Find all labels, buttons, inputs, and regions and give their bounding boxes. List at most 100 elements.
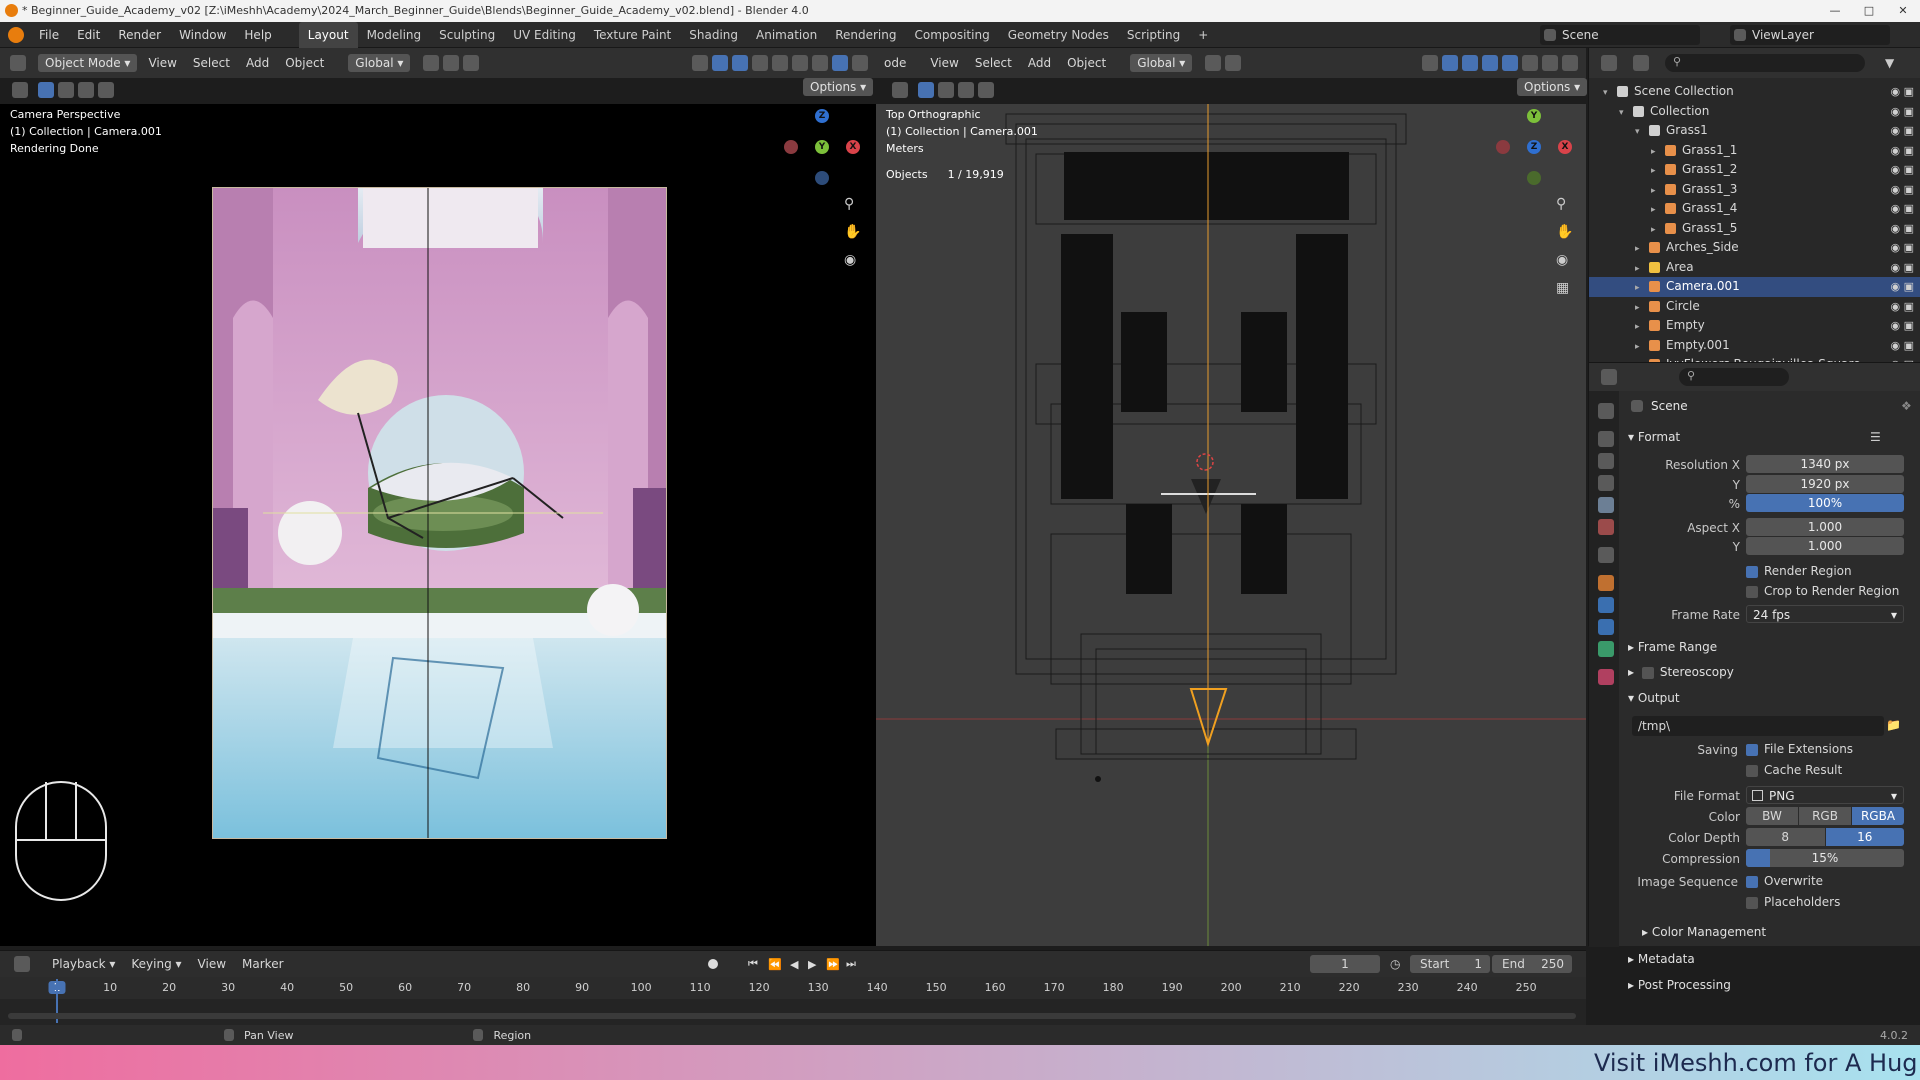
- rv-camera-view-icon[interactable]: ◉: [1556, 252, 1568, 268]
- play-icon[interactable]: ▶: [808, 958, 816, 971]
- stereoscopy-check-icon[interactable]: [1641, 666, 1654, 679]
- menu-window[interactable]: Window: [170, 22, 235, 48]
- select-invert-icon[interactable]: [98, 82, 114, 98]
- rv-select-tool-icon[interactable]: [892, 82, 908, 98]
- shading-wire-icon[interactable]: [772, 55, 788, 71]
- rv-zoom-icon[interactable]: ⚲: [1556, 196, 1566, 212]
- gizmo-toggle-icon[interactable]: [712, 55, 728, 71]
- timeline-ruler[interactable]: 1102030405060708090100110120130140150160…: [0, 977, 1586, 999]
- jump-end-icon[interactable]: ⏭: [846, 957, 856, 971]
- outliner-search-input[interactable]: ⚲: [1665, 54, 1865, 72]
- properties-search-input[interactable]: ⚲: [1679, 368, 1789, 386]
- visibility-eye-icon[interactable]: ◉ ▣: [1891, 199, 1915, 219]
- color-rgba-option[interactable]: RGBA: [1852, 807, 1904, 825]
- rv-menu-select[interactable]: Select: [967, 56, 1020, 70]
- file-format-dropdown[interactable]: PNG ▾: [1746, 786, 1904, 804]
- object-mode-dropdown[interactable]: Object Mode ▾: [38, 54, 138, 72]
- rv-visibility-icon[interactable]: [1422, 55, 1438, 71]
- select-box-icon[interactable]: [38, 82, 54, 98]
- visibility-eye-icon[interactable]: ◉ ▣: [1891, 121, 1915, 141]
- tab-sculpting[interactable]: Sculpting: [430, 22, 504, 48]
- select-extend-icon[interactable]: [58, 82, 74, 98]
- outliner-row[interactable]: ▸ Grass1_3 ◉ ▣: [1589, 180, 1920, 200]
- placeholders-checkbox[interactable]: Placeholders: [1746, 895, 1840, 909]
- outliner-row[interactable]: ▾ Scene Collection ◉ ▣: [1589, 82, 1920, 102]
- pivot-icon[interactable]: [463, 55, 480, 71]
- crop-region-checkbox[interactable]: Crop to Render Region: [1746, 584, 1899, 598]
- compression-slider[interactable]: 15%: [1746, 849, 1904, 867]
- rv-xray-icon[interactable]: [1482, 55, 1498, 71]
- resolution-y-field[interactable]: 1920 px: [1746, 475, 1904, 493]
- blender-menu-icon[interactable]: [8, 26, 24, 43]
- visibility-eye-icon[interactable]: ◉ ▣: [1891, 277, 1915, 297]
- gizmo-neg-z-axis[interactable]: [815, 171, 829, 185]
- lv-menu-object[interactable]: Object: [277, 56, 332, 70]
- gizmo-x-axis[interactable]: X: [846, 140, 860, 154]
- aspect-y-field[interactable]: 1.000: [1746, 537, 1904, 555]
- menu-edit[interactable]: Edit: [68, 22, 109, 48]
- rv-pan-hand-icon[interactable]: ✋: [1556, 224, 1573, 240]
- timeline-keying-menu[interactable]: Keying ▾: [123, 957, 189, 971]
- rv-select-subtract-icon[interactable]: [958, 82, 974, 98]
- zoom-icon[interactable]: ⚲: [844, 196, 854, 212]
- outliner-row[interactable]: ▸ Grass1_2 ◉ ▣: [1589, 160, 1920, 180]
- scene-selector[interactable]: Scene: [1540, 25, 1700, 45]
- proportional-edit-icon[interactable]: [443, 55, 460, 71]
- color-depth-8-option[interactable]: 8: [1746, 828, 1825, 846]
- record-icon[interactable]: [708, 959, 718, 969]
- visibility-eye-icon[interactable]: ◉ ▣: [1891, 102, 1915, 122]
- next-key-icon[interactable]: ⏩: [826, 958, 840, 971]
- outliner-display-mode-icon[interactable]: [1633, 55, 1649, 71]
- overlay-toggle-icon[interactable]: [732, 55, 748, 71]
- rv-menu-object[interactable]: Object: [1059, 56, 1114, 70]
- format-presets-icon[interactable]: ☰: [1870, 430, 1881, 444]
- tab-uv-editing[interactable]: UV Editing: [504, 22, 585, 48]
- rv-shading-solid-icon[interactable]: [1522, 55, 1538, 71]
- close-icon[interactable]: ✕: [1886, 0, 1920, 22]
- shading-rendered-icon[interactable]: [832, 55, 848, 71]
- resolution-x-field[interactable]: 1340 px: [1746, 455, 1904, 473]
- section-metadata[interactable]: ▸ Metadata: [1628, 952, 1695, 966]
- outliner-editor-icon[interactable]: [1601, 55, 1617, 71]
- lv-navigation-gizmo[interactable]: Z Y X: [784, 109, 860, 185]
- tab-animation[interactable]: Animation: [747, 22, 826, 48]
- add-workspace-button[interactable]: +: [1189, 22, 1217, 48]
- tab-texture-paint[interactable]: Texture Paint: [585, 22, 680, 48]
- shading-solid-icon[interactable]: [792, 55, 808, 71]
- outliner-row[interactable]: ▾ Grass1 ◉ ▣: [1589, 121, 1920, 141]
- tab-scripting[interactable]: Scripting: [1118, 22, 1189, 48]
- tab-compositing[interactable]: Compositing: [905, 22, 998, 48]
- visibility-eye-icon[interactable]: ◉ ▣: [1891, 316, 1915, 336]
- outliner-row[interactable]: ▸ Area ◉ ▣: [1589, 258, 1920, 278]
- menu-render[interactable]: Render: [109, 22, 170, 48]
- section-format[interactable]: ▾ Format: [1628, 430, 1680, 444]
- visibility-eye-icon[interactable]: ◉ ▣: [1891, 180, 1915, 200]
- rv-orientation-dropdown[interactable]: Global ▾: [1130, 54, 1193, 72]
- timeline-view-menu[interactable]: View: [190, 957, 234, 971]
- aspect-x-field[interactable]: 1.000: [1746, 518, 1904, 536]
- gizmo-z-axis[interactable]: Z: [815, 109, 829, 123]
- color-bw-option[interactable]: BW: [1746, 807, 1798, 825]
- lv-menu-select[interactable]: Select: [185, 56, 238, 70]
- rv-mode-fragment[interactable]: ode: [876, 56, 914, 70]
- color-rgb-option[interactable]: RGB: [1799, 807, 1851, 825]
- menu-file[interactable]: File: [30, 22, 68, 48]
- timeline-marker-menu[interactable]: Marker: [234, 957, 291, 971]
- tab-shading[interactable]: Shading: [680, 22, 747, 48]
- visibility-eye-icon[interactable]: ◉ ▣: [1891, 160, 1915, 180]
- minimize-icon[interactable]: —: [1818, 0, 1852, 22]
- tab-modeling[interactable]: Modeling: [358, 22, 431, 48]
- tab-render-icon[interactable]: [1598, 431, 1614, 447]
- tab-layout[interactable]: Layout: [298, 21, 358, 48]
- pause-render-icon[interactable]: [852, 55, 868, 71]
- rv-select-invert-icon[interactable]: [978, 82, 994, 98]
- visibility-eye-icon[interactable]: ◉ ▣: [1891, 238, 1915, 258]
- folder-browse-icon[interactable]: 📁: [1886, 718, 1901, 732]
- section-post-processing[interactable]: ▸ Post Processing: [1628, 978, 1731, 992]
- outliner-row[interactable]: ▸ Empty.001 ◉ ▣: [1589, 336, 1920, 356]
- select-subtract-icon[interactable]: [78, 82, 94, 98]
- lv-menu-add[interactable]: Add: [238, 56, 277, 70]
- outliner-row[interactable]: ▸ Arches_Side ◉ ▣: [1589, 238, 1920, 258]
- outliner-row[interactable]: ▸ Grass1_5 ◉ ▣: [1589, 219, 1920, 239]
- section-output[interactable]: ▾ Output: [1628, 691, 1680, 705]
